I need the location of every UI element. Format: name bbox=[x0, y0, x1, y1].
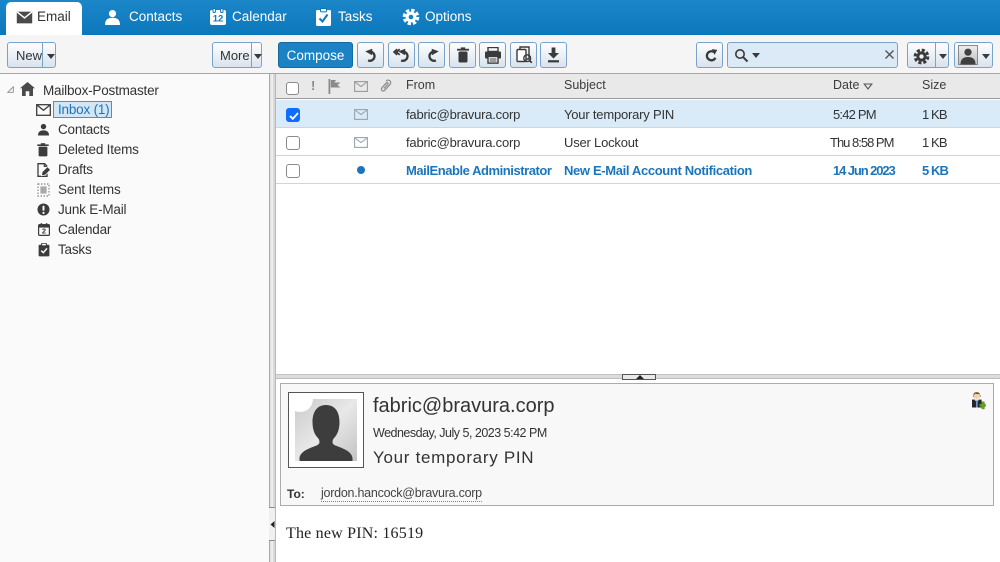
svg-text:12: 12 bbox=[213, 14, 224, 25]
svg-text:2: 2 bbox=[42, 227, 46, 236]
